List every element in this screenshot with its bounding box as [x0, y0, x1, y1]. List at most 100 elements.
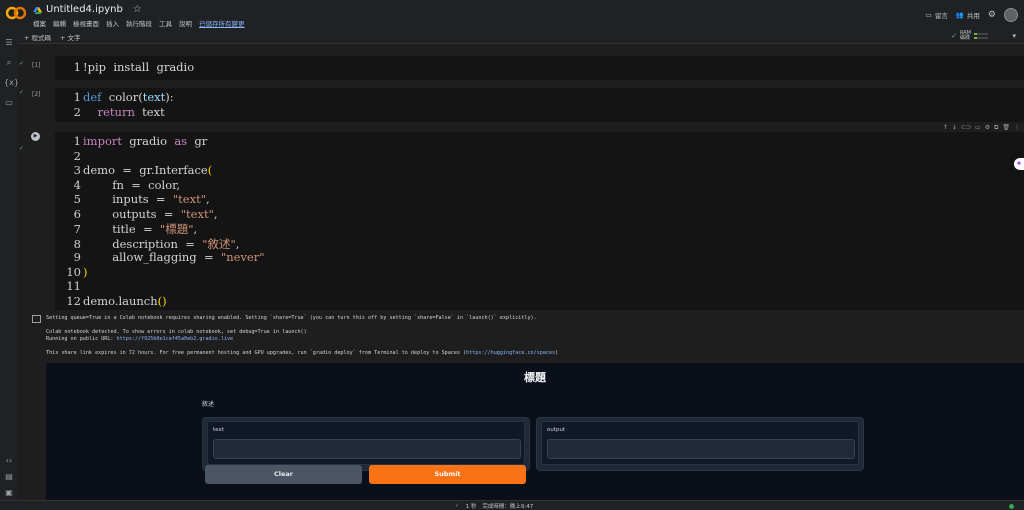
- menu-item-file[interactable]: 檔案: [33, 18, 46, 28]
- menu-item-insert[interactable]: 插入: [106, 18, 119, 28]
- comment-icon[interactable]: ▭: [975, 124, 981, 132]
- code-line: 2: [73, 148, 81, 163]
- code-line: 1 import gradio as gr: [73, 134, 208, 148]
- toc-icon[interactable]: ☰: [4, 38, 14, 48]
- comment-button[interactable]: ▭ 留言: [926, 10, 948, 20]
- menu-item-tools[interactable]: 工具: [159, 18, 172, 28]
- code-line: 8 description = "敘述",: [73, 236, 240, 251]
- more-icon[interactable]: ⋮: [1014, 124, 1020, 132]
- notebook-title[interactable]: Untitled4.ipynb: [46, 4, 123, 15]
- colab-logo-icon[interactable]: [6, 6, 26, 20]
- output-line: This share link expires in 72 hours. For…: [46, 350, 467, 356]
- cell-toolbar: ↑ ↓ ⊂⊃ ▭ ⚙ ⧉ 🗑 ⋮: [943, 124, 1020, 132]
- code-line: 10): [66, 264, 88, 279]
- output-textbox[interactable]: [547, 439, 855, 459]
- menu-bar: 檔案 編輯 檢視畫面 插入 執行階段 工具 說明 已儲存所有變更: [33, 18, 245, 28]
- output-panel: output: [536, 417, 864, 471]
- cell-gutter: ✓ [2]: [18, 90, 58, 120]
- check-icon: ✓: [455, 503, 460, 509]
- code-line: 6 outputs = "text",: [73, 206, 218, 221]
- output-line: Running on public URL:: [46, 336, 117, 342]
- app-header: Untitled4.ipynb ☆ 檔案 編輯 檢視畫面 插入 執行階段 工具 …: [0, 0, 1024, 30]
- completed-time: 完成時間：晚上9:47: [482, 504, 534, 510]
- notebook-area: ✓ [1] 1 !pip install gradio ✓ [2] 1 def co…: [18, 44, 1024, 500]
- code-cell[interactable]: 1 def color(text): 2 return text: [55, 88, 1024, 122]
- move-down-icon[interactable]: ↓: [952, 124, 957, 132]
- star-icon[interactable]: ☆: [133, 4, 142, 15]
- code-line: 9 allow_flagging = "never": [73, 250, 265, 264]
- code-cell[interactable]: 1 !pip install gradio: [55, 56, 1024, 80]
- output-log: Setting queue=True in a Colab notebook r…: [46, 315, 558, 357]
- code-line: 4 fn = color,: [73, 177, 181, 192]
- add-code-button[interactable]: + 程式碼: [24, 32, 51, 42]
- check-icon: ✓: [19, 60, 25, 67]
- input-panel: text: [202, 417, 530, 471]
- exec-duration: 1 秒: [465, 504, 477, 510]
- code-line: 12 demo.launch(): [66, 293, 167, 308]
- output-menu-icon[interactable]: [32, 315, 41, 323]
- text-input[interactable]: [213, 439, 521, 459]
- terminal-icon[interactable]: ▣: [4, 488, 14, 498]
- chevron-down-icon[interactable]: ▾: [1012, 32, 1016, 40]
- output-label: output: [547, 427, 566, 433]
- command-palette-icon[interactable]: ▤: [4, 472, 14, 482]
- output-line-suffix: ): [555, 350, 559, 356]
- delete-icon[interactable]: 🗑: [1002, 124, 1010, 132]
- cell-gutter: ✓ [1]: [18, 58, 58, 84]
- gradio-description: 敘述: [202, 401, 215, 408]
- code-text: !pip install gradio: [83, 60, 195, 74]
- status-bar: ✓ 1 秒 完成時間：晚上9:47: [0, 500, 1024, 510]
- output-block: output: [541, 421, 859, 465]
- code-line: 1 def color(text):: [73, 90, 174, 104]
- menu-item-help[interactable]: 說明: [179, 18, 192, 28]
- add-text-button[interactable]: + 文字: [60, 32, 81, 42]
- public-url-link[interactable]: https://f925b0e1caf45a0eb2.gradio.live: [117, 336, 234, 342]
- gemini-icon[interactable]: ✦: [1014, 158, 1024, 170]
- comment-label: 留言: [934, 12, 948, 20]
- check-icon: ✓: [19, 145, 25, 152]
- folder-icon[interactable]: ▭: [4, 98, 14, 108]
- code-line: 11: [66, 279, 81, 293]
- variables-icon[interactable]: {x}: [4, 78, 19, 88]
- output-line: Colab notebook detected. To show errors …: [46, 329, 307, 335]
- submit-button[interactable]: Submit: [369, 465, 526, 484]
- resources-indicator[interactable]: ✓ RAM 磁碟: [951, 31, 988, 41]
- code-line: 5 inputs = "text",: [73, 192, 210, 206]
- disk-label: 磁碟: [959, 35, 970, 41]
- notebook-toolbar: + 程式碼 + 文字 ✓ RAM 磁碟 ▾: [18, 30, 1024, 44]
- input-label: text: [213, 427, 224, 433]
- search-icon[interactable]: ⌕: [4, 58, 14, 68]
- output-line: Setting queue=True in a Colab notebook r…: [46, 315, 537, 321]
- save-status-link[interactable]: 已儲存所有變更: [199, 18, 245, 28]
- gear-icon[interactable]: ⚙: [985, 124, 990, 132]
- avatar[interactable]: [1004, 8, 1018, 22]
- menu-item-view[interactable]: 檢視畫面: [73, 18, 99, 28]
- menu-item-runtime[interactable]: 執行階段: [126, 18, 152, 28]
- spaces-link[interactable]: https://huggingface.co/spaces: [466, 350, 555, 356]
- run-cell-button[interactable]: ▶: [31, 132, 40, 141]
- cell-exec-count: [2]: [32, 91, 41, 98]
- link-icon[interactable]: ⊂⊃: [961, 124, 971, 132]
- left-rail: ☰ ⌕ {x} ▭ ‹› ▤ ▣: [0, 30, 19, 500]
- drive-icon: [33, 6, 42, 14]
- move-up-icon[interactable]: ↑: [943, 124, 948, 132]
- connection-status-icon: [1009, 504, 1014, 509]
- share-button[interactable]: 👥 共用: [956, 10, 980, 20]
- gradio-title: 標題: [524, 371, 546, 384]
- ram-bar: [974, 33, 988, 35]
- code-line: 2 return text: [73, 104, 165, 119]
- code-snippets-icon[interactable]: ‹›: [4, 456, 14, 466]
- menu-item-edit[interactable]: 編輯: [53, 18, 66, 28]
- clear-button[interactable]: Clear: [205, 465, 362, 484]
- cell-gutter: ▶ ✓: [18, 130, 58, 152]
- code-line: 3 demo = gr.Interface(: [73, 163, 213, 177]
- code-line: 1 !pip install gradio: [73, 60, 195, 74]
- input-block: text: [207, 421, 525, 465]
- gradio-app: 標題 敘述 text output Clear Submit: [46, 363, 1024, 500]
- share-label: 共用: [966, 12, 980, 20]
- comment-icon: ▭: [925, 11, 932, 19]
- mirror-icon[interactable]: ⧉: [994, 124, 998, 132]
- check-icon: ✓: [19, 89, 25, 96]
- code-cell[interactable]: 1 import gradio as gr 2 3 demo = gr.Interf…: [55, 132, 1024, 310]
- gear-icon[interactable]: ⚙: [988, 10, 996, 20]
